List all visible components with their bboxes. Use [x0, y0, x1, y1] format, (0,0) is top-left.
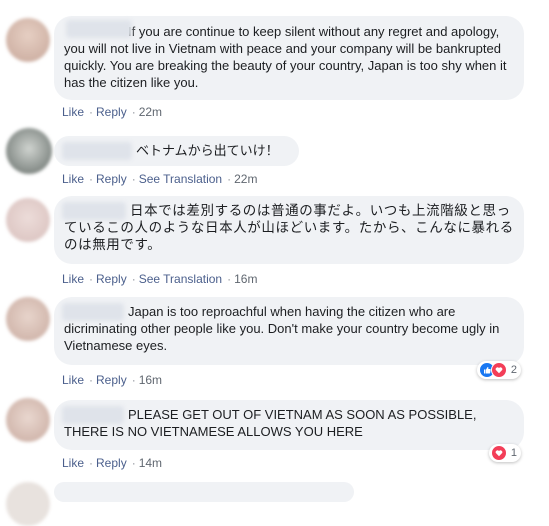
reply-link[interactable]: Reply [96, 272, 127, 286]
comment-bubble: If you are continue to keep silent witho… [54, 16, 524, 100]
blurred-author-name [62, 303, 124, 321]
avatar[interactable] [6, 297, 50, 341]
like-link[interactable]: Like [62, 373, 84, 387]
blurred-author-name [66, 20, 132, 38]
reaction-count: 1 [510, 447, 517, 459]
reaction-count: 2 [510, 364, 517, 376]
comment-text: 日本では差別するのは普通の事だよ。いつも上流階級と思っているこの人のような日本人… [64, 203, 514, 252]
timestamp[interactable]: 22m [139, 105, 162, 119]
like-link[interactable]: Like [62, 172, 84, 186]
timestamp[interactable]: 14m [139, 456, 162, 470]
timestamp[interactable]: 16m [234, 272, 257, 286]
comment-actions: Like · Reply · 22m [62, 105, 163, 119]
like-link[interactable]: Like [62, 105, 84, 119]
like-link[interactable]: Like [62, 456, 84, 470]
comment-actions: Like · Reply · 16m [62, 373, 163, 387]
love-icon [490, 445, 507, 461]
avatar[interactable] [6, 18, 50, 62]
comment-bubble: Japan is too reproachful when having the… [54, 297, 524, 365]
like-link[interactable]: Like [62, 272, 84, 286]
blurred-author-name [62, 406, 124, 424]
reply-link[interactable]: Reply [96, 373, 127, 387]
reactions-summary[interactable]: 1 [488, 444, 521, 462]
comment-bubble: PLEASE GET OUT OF VIETNAM AS SOON AS POS… [54, 400, 524, 450]
reply-link[interactable]: Reply [96, 105, 127, 119]
comment-bubble [54, 482, 354, 502]
comment-text: PLEASE GET OUT OF VIETNAM AS SOON AS POS… [64, 407, 477, 439]
comment-bubble: ベトナムから出ていけ！ [54, 136, 299, 166]
avatar[interactable] [6, 398, 50, 442]
timestamp[interactable]: 16m [139, 373, 162, 387]
comment-actions: Like · Reply · See Translation · 16m [62, 272, 258, 286]
comment-bubble: 日本では差別するのは普通の事だよ。いつも上流階級と思っているこの人のような日本人… [54, 196, 524, 264]
blurred-author-name [62, 142, 132, 160]
reactions-summary[interactable]: 2 [476, 361, 521, 379]
comment-actions: Like · Reply · 14m [62, 456, 163, 470]
love-icon [490, 362, 507, 378]
comment-actions: Like · Reply · See Translation · 22m [62, 172, 258, 186]
avatar[interactable] [6, 198, 50, 242]
avatar[interactable] [6, 128, 52, 174]
blurred-author-name [62, 202, 126, 220]
comment-text: Japan is too reproachful when having the… [64, 304, 500, 353]
reply-link[interactable]: Reply [96, 172, 127, 186]
timestamp[interactable]: 22m [234, 172, 257, 186]
avatar[interactable] [6, 482, 50, 526]
reply-link[interactable]: Reply [96, 456, 127, 470]
see-translation-link[interactable]: See Translation [139, 272, 222, 286]
see-translation-link[interactable]: See Translation [139, 172, 222, 186]
